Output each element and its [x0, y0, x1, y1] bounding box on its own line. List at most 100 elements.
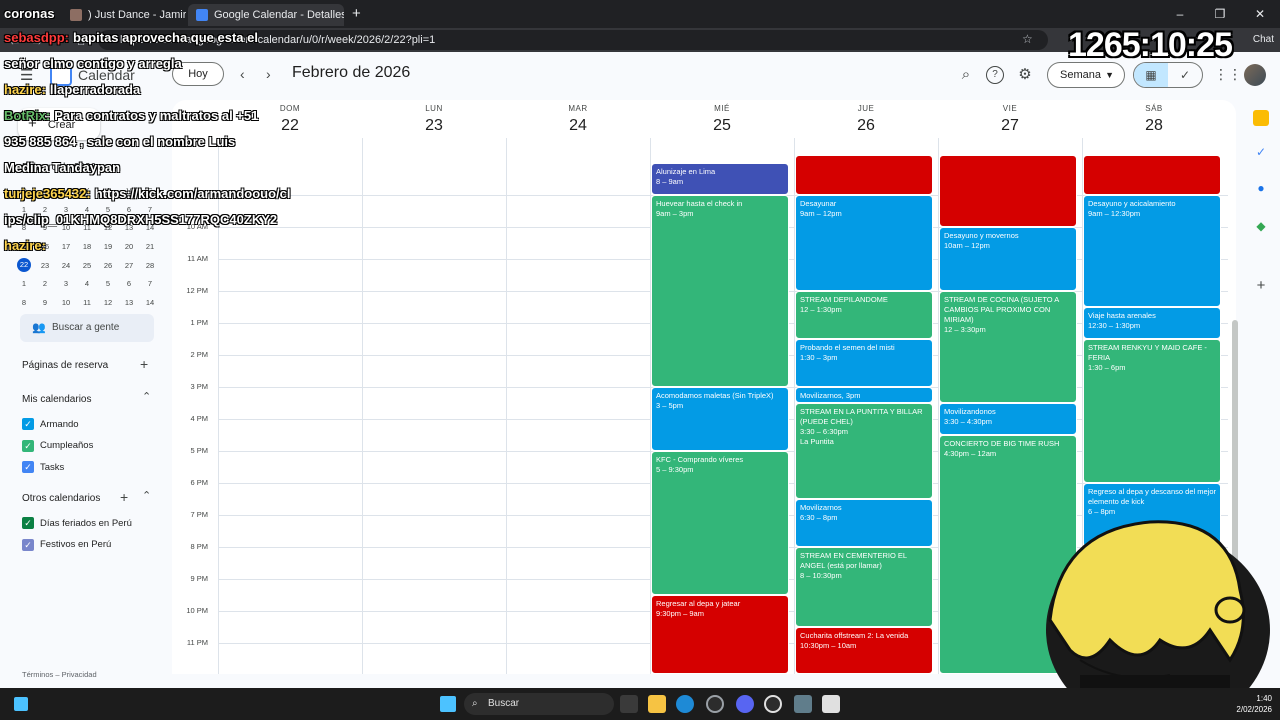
app-icon[interactable] — [822, 695, 840, 713]
calendar-tasks-toggle[interactable]: ▦ ✓ — [1133, 62, 1203, 88]
calendar-view-icon[interactable]: ▦ — [1134, 63, 1168, 87]
checkbox-checked-icon[interactable]: ✓ — [22, 517, 34, 529]
search-icon[interactable]: ⌕ — [957, 66, 975, 84]
mini-calendar-day[interactable]: 14 — [140, 298, 160, 307]
checkbox-checked-icon[interactable]: ✓ — [22, 418, 34, 430]
hour-label: 1 PM — [190, 318, 208, 327]
google-apps-icon[interactable]: ⋮⋮ — [1214, 66, 1242, 83]
calendar-event[interactable]: Desayuno y movernos 10am – 12pm — [939, 227, 1077, 291]
calendar-event[interactable]: STREAM DE COCINA (SUJETO A CAMBIOS PAL P… — [939, 291, 1077, 403]
day-name: MAR — [568, 104, 588, 113]
calendar-event[interactable]: KFC - Comprando víveres 5 – 9:30pm — [651, 451, 789, 595]
maximize-button[interactable]: ❐ — [1200, 0, 1240, 28]
other-calendars-heading[interactable]: Otros calendarios — [22, 493, 100, 504]
calendar-list-item[interactable]: ✓ Días feriados en Perú — [22, 517, 132, 529]
calendar-event[interactable]: Desayunar 9am – 12pm — [795, 195, 933, 291]
mini-calendar-week: 8 9 10 11 12 13 14 — [14, 293, 160, 312]
event-time: 10:30pm – 10am — [800, 641, 857, 650]
bookmark-star-icon[interactable]: ☆ — [1022, 32, 1033, 46]
day-number[interactable]: 23 — [362, 117, 506, 135]
minimize-button[interactable]: – — [1160, 0, 1200, 28]
hour-label: 9 PM — [190, 574, 208, 583]
tasks-view-icon[interactable]: ✓ — [1168, 63, 1202, 87]
taskbar-clock[interactable]: 1:40 2/02/2026 — [1236, 693, 1272, 715]
calendar-list-item[interactable]: ✓ Armando — [22, 418, 79, 430]
start-icon[interactable] — [440, 696, 456, 712]
chat-label[interactable]: Chat — [1253, 34, 1274, 45]
collapse-my-calendars-icon[interactable]: ⌃ — [142, 390, 151, 403]
calendar-event[interactable] — [795, 155, 933, 195]
checkbox-checked-icon[interactable]: ✓ — [22, 461, 34, 473]
settings-gear-icon[interactable]: ⚙ — [1016, 66, 1034, 84]
calendar-event[interactable]: Alunizaje en Lima 8 – 9am — [651, 163, 789, 195]
tasks-icon[interactable]: ✓ — [1253, 144, 1269, 160]
discord-icon[interactable] — [736, 695, 754, 713]
avatar[interactable] — [1244, 64, 1266, 86]
event-title: STREAM DE COCINA (SUJETO A CAMBIOS PAL P… — [944, 295, 1059, 324]
footer-links[interactable]: Términos – Privacidad — [22, 670, 97, 679]
checkbox-checked-icon[interactable]: ✓ — [22, 538, 34, 551]
day-header[interactable]: VIE 27 — [938, 104, 1082, 135]
calendar-list-item[interactable]: ✓ Festivos en Perú — [22, 538, 111, 551]
calendar-event[interactable]: Acomodamos maletas (Sin TripleX) 3 – 5pm — [651, 387, 789, 451]
calendar-event[interactable]: Regresar al depa y jatear 9:30pm – 9am — [651, 595, 789, 674]
obs-icon[interactable] — [764, 695, 782, 713]
calendar-event[interactable]: Movilizarnos, 3pm — [795, 387, 933, 403]
calendar-event[interactable]: Cucharita offstream 2: La venida 10:30pm … — [795, 627, 933, 674]
calendar-event[interactable] — [1083, 155, 1221, 195]
task-view-icon[interactable] — [620, 695, 638, 713]
my-calendars-heading[interactable]: Mis calendarios — [22, 394, 91, 405]
calendar-event[interactable]: Viaje hasta arenales 12:30 – 1:30pm — [1083, 307, 1221, 339]
calendar-list-item[interactable]: ✓ Cumpleaños — [22, 439, 93, 452]
collapse-other-calendars-icon[interactable]: ⌃ — [142, 489, 151, 502]
view-selector[interactable]: Semana ▼ — [1047, 62, 1125, 88]
mini-calendar-day[interactable]: 10 — [56, 298, 76, 307]
calendar-event[interactable]: STREAM EN CEMENTERIO EL ANGEL (está por … — [795, 547, 933, 627]
search-people-field[interactable]: 👥 Buscar a gente — [20, 314, 154, 342]
add-other-calendar-icon[interactable]: + — [120, 489, 128, 505]
maps-icon[interactable]: ◆ — [1253, 218, 1269, 234]
mini-calendar-day[interactable]: 9 — [35, 298, 55, 307]
calendar-event[interactable]: STREAM DEPILANDOME 12 – 1:30pm — [795, 291, 933, 339]
checkbox-checked-icon[interactable]: ✓ — [22, 439, 34, 452]
day-header[interactable]: MAR 24 — [506, 104, 650, 135]
taskbar-search[interactable]: ⌕ Buscar — [464, 693, 614, 715]
day-header[interactable]: SÁB 28 — [1082, 104, 1226, 135]
mini-calendar-day[interactable]: 11 — [77, 298, 97, 307]
day-number[interactable]: 28 — [1082, 117, 1226, 135]
settings-icon[interactable] — [794, 695, 812, 713]
add-booking-page-icon[interactable]: + — [140, 356, 148, 372]
day-header[interactable]: JUE 26 — [794, 104, 938, 135]
day-number[interactable]: 25 — [650, 117, 794, 135]
calendar-event[interactable] — [939, 155, 1077, 227]
calendar-event[interactable]: Desayuno y acicalamiento 9am – 12:30pm — [1083, 195, 1221, 307]
day-number[interactable]: 26 — [794, 117, 938, 135]
widgets-icon[interactable] — [14, 697, 28, 711]
day-header[interactable]: MIÉ 25 — [650, 104, 794, 135]
edge-icon[interactable] — [676, 695, 694, 713]
calendar-event[interactable]: Probando el semen del misti 1:30 – 3pm — [795, 339, 933, 387]
stream-chat-overlay: coronas sebasdpp: bapitas aprovecha que e… — [0, 0, 330, 290]
file-explorer-icon[interactable] — [648, 695, 666, 713]
screen: ) Just Dance - Jamiroqu ✕ Google Calenda… — [0, 0, 1280, 720]
calendar-event[interactable]: Huevear hasta el check in 9am – 3pm — [651, 195, 789, 387]
calendar-list-item[interactable]: ✓ Tasks — [22, 461, 64, 473]
event-location: La Puntita — [800, 437, 834, 446]
mini-calendar-day[interactable]: 13 — [119, 298, 139, 307]
keep-icon[interactable] — [1253, 110, 1269, 126]
close-window-button[interactable]: ✕ — [1240, 0, 1280, 28]
day-header[interactable]: LUN 23 — [362, 104, 506, 135]
mini-calendar-day[interactable]: 12 — [98, 298, 118, 307]
new-tab-button[interactable]: + — [352, 5, 361, 22]
calendar-event[interactable]: Movilizandonos 3:30 – 4:30pm — [939, 403, 1077, 435]
day-number[interactable]: 27 — [938, 117, 1082, 135]
day-number[interactable]: 24 — [506, 117, 650, 135]
help-icon[interactable]: ? — [986, 66, 1004, 84]
calendar-event[interactable]: Movilizarnos 6:30 – 8pm — [795, 499, 933, 547]
app-icon[interactable] — [706, 695, 724, 713]
contacts-icon[interactable]: ● — [1253, 180, 1269, 196]
add-addon-icon[interactable]: + — [1253, 278, 1269, 294]
calendar-event[interactable]: STREAM RENKYU Y MAID CAFE - FERIA 1:30 – … — [1083, 339, 1221, 483]
mini-calendar-day[interactable]: 8 — [14, 298, 34, 307]
calendar-event[interactable]: STREAM EN LA PUNTITA Y BILLAR (PUEDE CHE… — [795, 403, 933, 499]
